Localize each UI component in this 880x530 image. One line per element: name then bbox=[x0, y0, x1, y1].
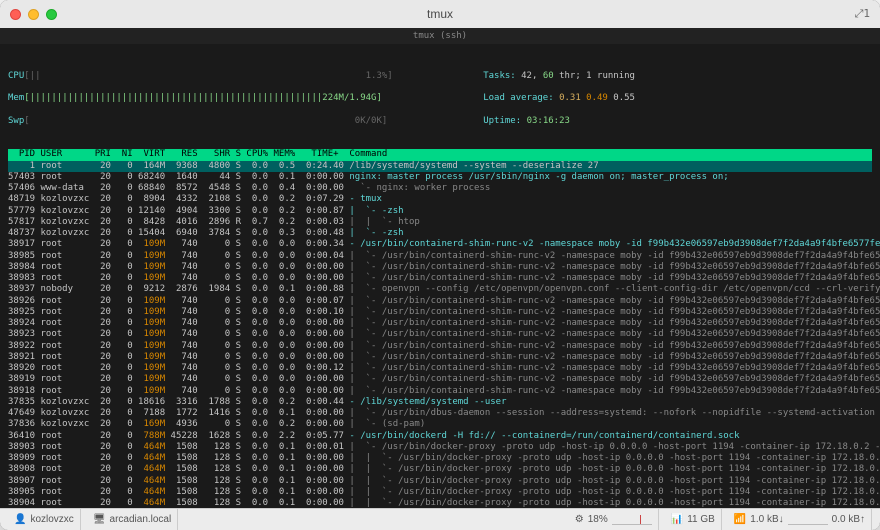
process-row[interactable]: 57817 kozlovzxc 20 0 8428 4016 2896 R 0.… bbox=[8, 217, 872, 228]
selected-process-row[interactable]: 1 root 20 0 164M 9368 4800 S 0.0 0.5 0:2… bbox=[8, 161, 872, 172]
uptime-label: Uptime: bbox=[483, 116, 526, 126]
process-row[interactable]: 38909 root 20 0 464M 1508 128 S 0.0 0.1 … bbox=[8, 453, 872, 464]
net-sparkline-icon bbox=[788, 515, 828, 525]
cpu-meter-bar: [|| 1.3%] bbox=[24, 71, 392, 81]
window-title: tmux bbox=[0, 7, 880, 21]
macos-titlebar: tmux ⤢1 bbox=[0, 0, 880, 28]
cpu-sparkline-icon bbox=[612, 515, 652, 525]
load-15: 0.55 bbox=[613, 93, 635, 103]
process-row[interactable]: 38922 root 20 0 109M 740 0 S 0.0 0.0 0:0… bbox=[8, 341, 872, 352]
mem-meter-label: Mem bbox=[8, 93, 24, 103]
tasks-count: 42 bbox=[521, 71, 532, 81]
swp-meter-bar: [ 0K/0K] bbox=[24, 116, 387, 126]
process-row[interactable]: 38903 root 20 0 464M 1508 128 S 0.0 0.1 … bbox=[8, 442, 872, 453]
status-cpu: ⚙ 18% bbox=[569, 509, 659, 530]
terminal-window: tmux ⤢1 tmux (ssh) CPU[|| 1.3%] Mem[||||… bbox=[0, 0, 880, 530]
uptime-value: 03:16:23 bbox=[527, 116, 570, 126]
status-mem: 📊 11 GB bbox=[665, 509, 722, 530]
process-row[interactable]: 48737 kozlovzxc 20 0 15404 6940 3784 S 0… bbox=[8, 228, 872, 239]
status-net: 📶 1.0 kB↓ 0.0 kB↑ bbox=[728, 509, 872, 530]
window-mode-label: ⤢1 bbox=[855, 7, 870, 21]
process-row[interactable]: 37836 kozlovzxc 20 0 169M 4936 0 S 0.0 0… bbox=[8, 419, 872, 430]
process-row[interactable]: 38917 root 20 0 109M 740 0 S 0.0 0.0 0:0… bbox=[8, 239, 872, 250]
process-row[interactable]: 38926 root 20 0 109M 740 0 S 0.0 0.0 0:0… bbox=[8, 296, 872, 307]
tab-title[interactable]: tmux (ssh) bbox=[0, 28, 880, 44]
process-row[interactable]: 38918 root 20 0 109M 740 0 S 0.0 0.0 0:0… bbox=[8, 386, 872, 397]
cpu-meter-label: CPU bbox=[8, 71, 24, 81]
process-row[interactable]: 38985 root 20 0 109M 740 0 S 0.0 0.0 0:0… bbox=[8, 251, 872, 262]
process-row[interactable]: 38937 nobody 20 0 9212 2876 1984 S 0.0 0… bbox=[8, 284, 872, 295]
mem-meter-bar: [|||||||||||||||||||||||||||||||||||||||… bbox=[24, 93, 382, 103]
process-row[interactable]: 38920 root 20 0 109M 740 0 S 0.0 0.0 0:0… bbox=[8, 363, 872, 374]
process-row[interactable]: 57779 kozlovzxc 20 0 12140 4904 3300 S 0… bbox=[8, 206, 872, 217]
swp-meter-label: Swp bbox=[8, 116, 24, 126]
app-statusbar: 👤 kozlovzxc 🖥 arcadian.local ⚙ 18% 📊 11 … bbox=[0, 508, 880, 530]
status-host: 🖥 arcadian.local bbox=[87, 509, 178, 530]
process-row[interactable]: 38924 root 20 0 109M 740 0 S 0.0 0.0 0:0… bbox=[8, 318, 872, 329]
process-row[interactable]: 48719 kozlovzxc 20 0 8904 4332 2108 S 0.… bbox=[8, 194, 872, 205]
tasks-label: Tasks: bbox=[483, 71, 521, 81]
process-row[interactable]: 37835 kozlovzxc 20 0 18616 3316 1788 S 0… bbox=[8, 397, 872, 408]
process-row[interactable]: 38919 root 20 0 109M 740 0 S 0.0 0.0 0:0… bbox=[8, 374, 872, 385]
status-user: 👤 kozlovzxc bbox=[8, 509, 81, 530]
process-row[interactable]: 36410 root 20 0 788M 45228 1628 S 0.0 2.… bbox=[8, 431, 872, 442]
column-header[interactable]: PID USER PRI NI VIRT RES SHR S CPU% MEM%… bbox=[8, 149, 872, 160]
process-row[interactable]: 38923 root 20 0 109M 740 0 S 0.0 0.0 0:0… bbox=[8, 329, 872, 340]
process-row[interactable]: 38983 root 20 0 109M 740 0 S 0.0 0.0 0:0… bbox=[8, 273, 872, 284]
process-row[interactable]: 38921 root 20 0 109M 740 0 S 0.0 0.0 0:0… bbox=[8, 352, 872, 363]
process-row[interactable]: 38908 root 20 0 464M 1508 128 S 0.0 0.1 … bbox=[8, 464, 872, 475]
terminal-body[interactable]: CPU[|| 1.3%] Mem[|||||||||||||||||||||||… bbox=[0, 44, 880, 508]
process-row[interactable]: 38904 root 20 0 464M 1508 128 S 0.0 0.1 … bbox=[8, 498, 872, 508]
process-list[interactable]: 57403 root 20 0 68240 1640 44 S 0.0 0.1 … bbox=[8, 172, 872, 508]
load-1: 0.31 bbox=[559, 93, 581, 103]
process-row[interactable]: 57403 root 20 0 68240 1640 44 S 0.0 0.1 … bbox=[8, 172, 872, 183]
process-row[interactable]: 38984 root 20 0 109M 740 0 S 0.0 0.0 0:0… bbox=[8, 262, 872, 273]
process-row[interactable]: 47649 kozlovzxc 20 0 7188 1772 1416 S 0.… bbox=[8, 408, 872, 419]
process-row[interactable]: 38925 root 20 0 109M 740 0 S 0.0 0.0 0:0… bbox=[8, 307, 872, 318]
process-row[interactable]: 57406 www-data 20 0 68840 8572 4548 S 0.… bbox=[8, 183, 872, 194]
thr-count: 60 bbox=[543, 71, 554, 81]
load-label: Load average: bbox=[483, 93, 559, 103]
process-row[interactable]: 38905 root 20 0 464M 1508 128 S 0.0 0.1 … bbox=[8, 487, 872, 498]
load-5: 0.49 bbox=[586, 93, 608, 103]
process-row[interactable]: 38907 root 20 0 464M 1508 128 S 0.0 0.1 … bbox=[8, 476, 872, 487]
